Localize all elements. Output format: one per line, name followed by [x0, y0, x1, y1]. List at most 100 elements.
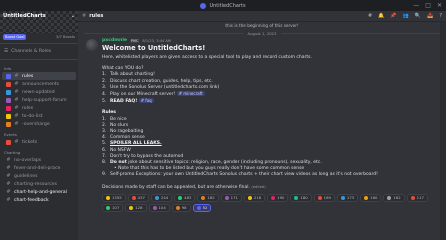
rule-text: joke about sensitive topics: religion, r…: [126, 160, 322, 166]
sidebar-channel-to-do-list[interactable]: # to-do-list: [2, 112, 76, 120]
reaction-button[interactable]: 107: [102, 203, 124, 212]
message[interactable]: pxcdmnle PMC 8/1/23, 3:44 AM Welcome to …: [78, 38, 446, 212]
channel-label: rules: [22, 73, 34, 79]
list-item-text: Talk about charting!: [110, 72, 155, 78]
reaction-count: 173: [346, 194, 355, 200]
maximize-icon[interactable]: □: [425, 2, 431, 9]
message-title: Welcome to UntitledCharts!: [102, 44, 206, 52]
emoji-icon: [175, 205, 180, 210]
server-name[interactable]: UntitledCharts: [3, 13, 46, 19]
reaction-button[interactable]: 1355: [102, 193, 126, 202]
search-icon[interactable]: 🔍: [415, 13, 421, 19]
sidebar-channel-chart-help-and-general[interactable]: # chart-help-and-general: [2, 188, 76, 196]
sidebar-channel-fever-and-deli-prace[interactable]: # fever-and-deli-prace: [2, 164, 76, 172]
message-area[interactable]: this is the beginning of this server! Au…: [78, 22, 446, 240]
rule-text: Be nice: [110, 116, 127, 122]
reaction-button[interactable]: 128: [125, 203, 147, 212]
channel-mention[interactable]: # minecraft: [176, 91, 205, 97]
list-item-text: READ FAQ!: [110, 99, 138, 105]
emoji-icon: [131, 195, 136, 200]
reaction-count: 162: [393, 194, 401, 200]
reaction-count: 218: [253, 194, 262, 200]
channel-emoji-icon: [6, 121, 11, 127]
bell-icon[interactable]: 🔔: [378, 13, 384, 19]
boost-goal-row[interactable]: Boost Goal 3/7 Boosts: [0, 33, 78, 41]
server-banner[interactable]: UntitledCharts ⌄: [0, 11, 78, 33]
channel-label: to-do-list: [22, 113, 43, 119]
close-icon[interactable]: ✕: [437, 2, 442, 9]
sidebar-channel-announcements[interactable]: # announcements: [2, 80, 76, 88]
list-item-text: Discuss chart creation, guides, help, ti…: [110, 78, 213, 84]
hash-icon: #: [82, 13, 87, 19]
threads-icon[interactable]: #: [368, 13, 372, 19]
hash-icon: #: [6, 197, 11, 203]
reaction-count: 117: [416, 194, 424, 200]
sidebar-channel-tickets[interactable]: # tickets: [2, 138, 76, 146]
reaction-button[interactable]: 437: [127, 193, 149, 202]
reaction-count: 437: [137, 194, 145, 200]
rule-text: Common sense: [110, 135, 145, 141]
channel-emoji-icon: [6, 113, 11, 119]
channel-label: chart-feedback: [14, 197, 49, 203]
channel-emoji-icon: [6, 97, 11, 103]
channel-sidebar: UntitledCharts ⌄ Boost Goal 3/7 Boosts ☰…: [0, 11, 78, 240]
channel-label: chart-help-and-general: [14, 189, 67, 195]
reaction-count: 104: [158, 204, 166, 210]
reaction-button[interactable]: 180: [290, 193, 312, 202]
reaction-button[interactable]: 98: [171, 203, 191, 212]
avatar[interactable]: [86, 39, 98, 51]
help-icon[interactable]: ?: [439, 13, 442, 19]
reaction-button[interactable]: 104: [148, 203, 170, 212]
message-header: pxcdmnle PMC 8/1/23, 3:44 AM: [102, 38, 440, 43]
category-header[interactable]: Charting: [0, 146, 78, 156]
channel-emoji-icon: [6, 105, 11, 111]
minimize-icon[interactable]: —: [413, 2, 419, 9]
hash-icon: #: [6, 173, 11, 179]
server-tag[interactable]: PMC: [130, 38, 140, 43]
reaction-count: 1355: [112, 194, 122, 200]
reaction-button[interactable]: 162: [383, 193, 405, 202]
inbox-icon[interactable]: 📥: [427, 13, 433, 19]
sidebar-channel-roles[interactable]: # roles: [2, 104, 76, 112]
reaction-button[interactable]: 160: [360, 193, 382, 202]
hash-icon: #: [14, 113, 19, 119]
message-content: Welcome to UntitledCharts! Here, whiteli…: [102, 44, 440, 212]
scrollbar-track[interactable]: [440, 22, 446, 240]
reaction-button[interactable]: 169: [313, 193, 335, 202]
sidebar-channel-no-overlaps[interactable]: # no-overlaps: [2, 156, 76, 164]
emoji-icon: [271, 195, 276, 200]
sidebar-channel-help-support-forum[interactable]: # help-support-forum: [2, 96, 76, 104]
channel-emoji-icon: [6, 73, 11, 79]
pin-icon[interactable]: 📌: [390, 13, 396, 19]
reaction-button[interactable]: 173: [336, 193, 359, 202]
channel-mention[interactable]: # faq: [138, 98, 154, 104]
reaction-button[interactable]: 182: [197, 193, 219, 202]
list-item: 4. Play on our Minecraft server! # minecr…: [102, 91, 440, 98]
sidebar-channel-chart-feedback[interactable]: # chart-feedback: [2, 196, 76, 204]
reaction-button[interactable]: 117: [406, 193, 428, 202]
sidebar-channel-oversharge[interactable]: # -oversharge: [2, 120, 76, 128]
reaction-button[interactable]: 190: [267, 193, 289, 202]
rule-text: Self-promo Exceptions: your own Untitled…: [110, 172, 378, 178]
sidebar-channel-charting-resources[interactable]: # charting-resources: [2, 180, 76, 188]
reaction-button[interactable]: 52: [192, 203, 212, 212]
members-icon[interactable]: 👥: [403, 13, 409, 19]
channel-label: -oversharge: [22, 121, 50, 127]
channels-and-roles-link[interactable]: ☰ Channels & Roles: [0, 46, 78, 57]
sidebar-channel-rules[interactable]: # rules: [2, 72, 76, 80]
category-header[interactable]: Events: [0, 128, 78, 138]
sidebar-channel-guidelines[interactable]: # guidelines: [2, 172, 76, 180]
emoji-icon: [340, 195, 345, 200]
final-note: Decisions made by staff can be appealed,…: [102, 184, 440, 191]
sidebar-channel-news-updated[interactable]: # news-updated: [2, 88, 76, 96]
reaction-button[interactable]: 171: [220, 193, 242, 202]
author-name[interactable]: pxcdmnle: [102, 38, 127, 43]
reaction-button[interactable]: 218: [243, 193, 266, 202]
reaction-button[interactable]: 483: [174, 193, 196, 202]
hash-icon: #: [14, 81, 19, 87]
rule-text: Don't try to bypass the automod: [110, 153, 184, 159]
channel-label: guidelines: [14, 173, 38, 179]
category-header[interactable]: Info: [0, 62, 78, 72]
reaction-button[interactable]: 244: [150, 193, 173, 202]
chevron-down-icon[interactable]: ⌄: [71, 13, 75, 19]
